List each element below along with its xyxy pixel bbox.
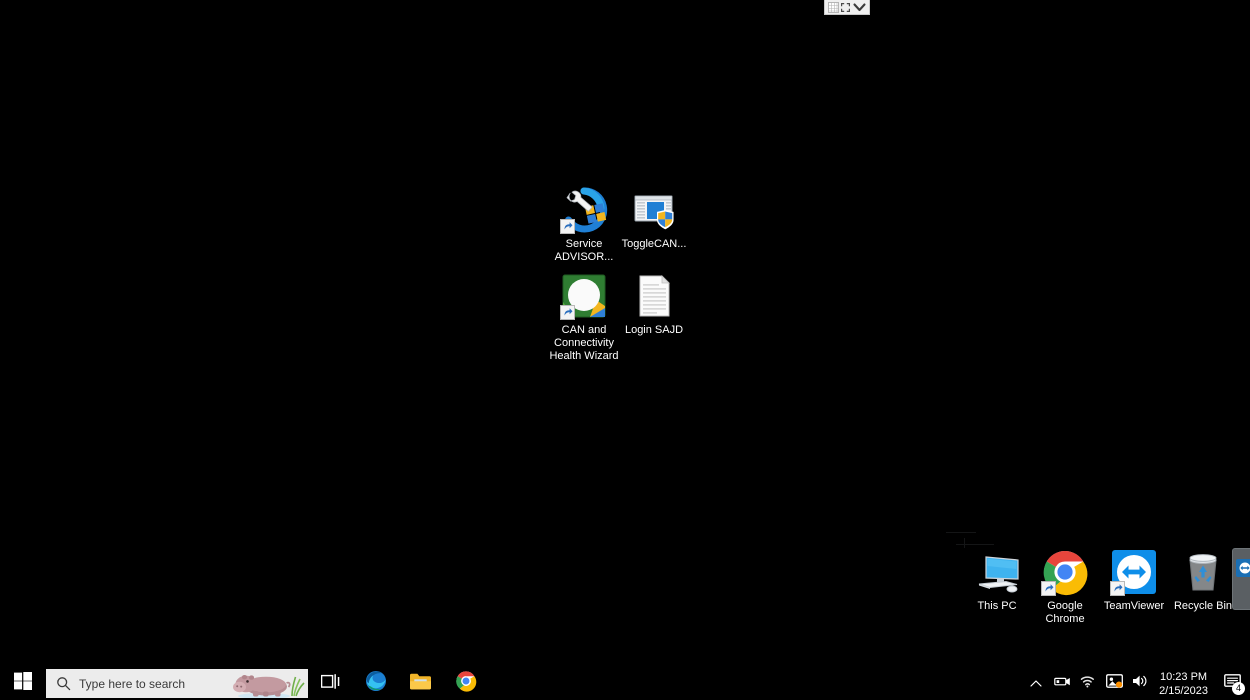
this-pc-icon bbox=[973, 548, 1021, 596]
text-document-icon bbox=[630, 272, 678, 320]
taskbar-button-google-chrome[interactable] bbox=[443, 667, 488, 700]
chrome-icon bbox=[455, 670, 477, 697]
show-hidden-icons-button[interactable] bbox=[1023, 667, 1049, 700]
speaker-icon bbox=[1132, 674, 1148, 693]
network-button[interactable] bbox=[1075, 667, 1101, 700]
hardware-device-button[interactable] bbox=[1049, 667, 1075, 700]
windows-logo-icon bbox=[14, 672, 32, 695]
fullscreen-icon[interactable] bbox=[840, 2, 851, 13]
desktop-icon-label: TeamViewer bbox=[1103, 600, 1165, 612]
clock-date: 2/15/2023 bbox=[1159, 684, 1208, 697]
teamviewer-side-panel[interactable] bbox=[1232, 548, 1250, 610]
search-icon bbox=[56, 676, 71, 691]
chevron-up-icon bbox=[1030, 675, 1042, 693]
can-health-wizard-icon bbox=[560, 272, 608, 320]
desktop-icon-can-connectivity-health-wizard[interactable]: CAN and Connectivity Health Wizard bbox=[546, 272, 622, 363]
display-icon bbox=[1105, 674, 1123, 693]
desktop-icon-google-chrome[interactable]: Google Chrome bbox=[1027, 548, 1103, 626]
desktop-icon-label: This PC bbox=[977, 600, 1017, 612]
desktop-icon-teamviewer[interactable]: TeamViewer bbox=[1096, 548, 1172, 613]
desktop-icon-label: Recycle Bin bbox=[1173, 600, 1233, 612]
clock-time: 10:23 PM bbox=[1159, 670, 1208, 683]
desktop-icon-login-sajd[interactable]: Login SAJD bbox=[616, 272, 692, 337]
recycle-bin-icon bbox=[1179, 548, 1227, 596]
shortcut-arrow-icon bbox=[1110, 581, 1125, 596]
desktop-icon-this-pc[interactable]: This PC bbox=[959, 548, 1035, 613]
notification-center-button[interactable]: 4 bbox=[1218, 667, 1248, 700]
shortcut-arrow-icon bbox=[1041, 581, 1056, 596]
system-tray[interactable]: 10:23 PM 2/15/2023 4 bbox=[1023, 667, 1250, 700]
desktop[interactable]: Service ADVISOR... ToggleCAN... CAN and … bbox=[0, 0, 1250, 700]
wifi-icon bbox=[1080, 675, 1096, 693]
keyboard-grid-icon[interactable] bbox=[827, 1, 839, 13]
taskbar-button-file-explorer[interactable] bbox=[398, 667, 443, 700]
desktop-icon-togglecan[interactable]: ToggleCAN... bbox=[616, 186, 692, 251]
desktop-icon-label: Login SAJD bbox=[624, 324, 684, 336]
device-icon bbox=[1053, 675, 1071, 693]
togglecan-icon bbox=[630, 186, 678, 234]
notification-badge: 4 bbox=[1232, 682, 1245, 695]
service-advisor-icon bbox=[560, 186, 608, 234]
desktop-icon-label: CAN and Connectivity Health Wizard bbox=[549, 324, 619, 362]
display-settings-button[interactable] bbox=[1101, 667, 1127, 700]
search-input-text: Type here to search bbox=[79, 676, 186, 691]
file-explorer-icon bbox=[409, 672, 432, 696]
desktop-icon-recycle-bin[interactable]: Recycle Bin bbox=[1165, 548, 1241, 613]
remote-control-toolbar[interactable] bbox=[824, 0, 870, 15]
taskbar[interactable]: Type here to search 10:23 PM 2/15/2023 4 bbox=[0, 667, 1250, 700]
desktop-icon-label: ToggleCAN... bbox=[621, 238, 687, 250]
hippo-icon bbox=[230, 669, 308, 698]
search-input[interactable]: Type here to search bbox=[46, 669, 308, 698]
taskbar-button-task-view[interactable] bbox=[308, 667, 353, 700]
desktop-icon-service-advisor[interactable]: Service ADVISOR... bbox=[546, 186, 622, 264]
taskbar-button-microsoft-edge[interactable] bbox=[353, 667, 398, 700]
shortcut-arrow-icon bbox=[560, 305, 575, 320]
teamviewer-icon[interactable] bbox=[1236, 559, 1250, 577]
edge-icon bbox=[365, 670, 387, 697]
start-button[interactable] bbox=[0, 667, 46, 700]
clock[interactable]: 10:23 PM 2/15/2023 bbox=[1153, 670, 1218, 698]
teamviewer-icon bbox=[1110, 548, 1158, 596]
shortcut-arrow-icon bbox=[560, 219, 575, 234]
chrome-icon bbox=[1041, 548, 1089, 596]
chevron-down-icon[interactable] bbox=[853, 2, 866, 13]
desktop-icon-label: Service ADVISOR... bbox=[554, 238, 614, 263]
volume-button[interactable] bbox=[1127, 667, 1153, 700]
desktop-icon-label: Google Chrome bbox=[1045, 600, 1085, 625]
task-view-icon bbox=[320, 673, 340, 695]
